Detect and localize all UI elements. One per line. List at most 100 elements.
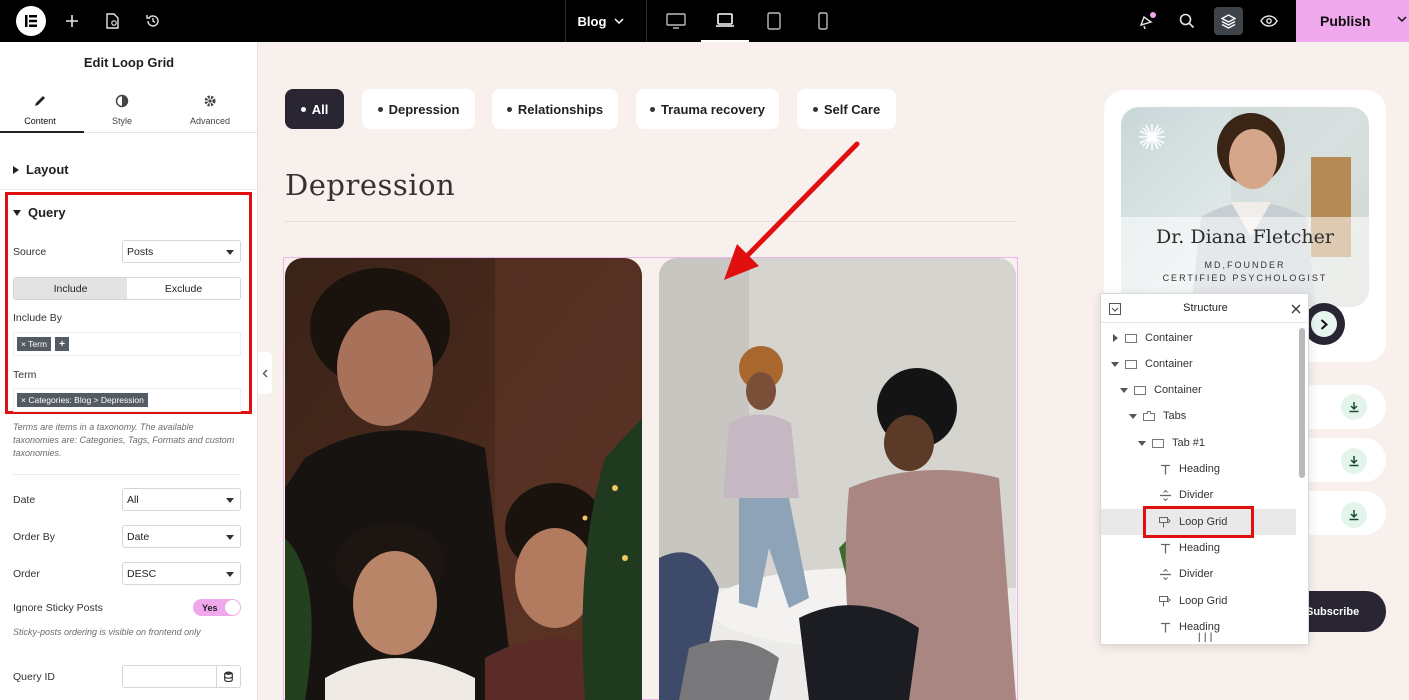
- filter-relationships[interactable]: Relationships: [492, 89, 618, 129]
- structure-item-container[interactable]: Container: [1101, 351, 1296, 377]
- loop-grid-highlight-box: [1143, 506, 1254, 538]
- download-icon[interactable]: [1341, 502, 1367, 528]
- caret-down-icon: [226, 498, 234, 503]
- tablet-icon[interactable]: [750, 0, 798, 42]
- resize-grip-icon[interactable]: ┃┃┃: [1197, 633, 1214, 642]
- profile-name: Dr. Diana Fletcher: [1156, 226, 1334, 248]
- structure-item-tab-1[interactable]: Tab #1: [1101, 430, 1296, 456]
- caret-right-icon: [13, 165, 19, 174]
- profile-arrow-button[interactable]: [1303, 303, 1345, 345]
- filter-relationships-label: Relationships: [517, 101, 604, 117]
- filter-all[interactable]: All: [285, 89, 344, 129]
- container-icon: [1134, 385, 1146, 395]
- filter-depression[interactable]: Depression: [362, 89, 475, 129]
- add-icon[interactable]: +: [55, 337, 70, 351]
- source-select[interactable]: Posts: [122, 240, 241, 263]
- search-icon[interactable]: [1170, 0, 1204, 42]
- pencil-icon: [0, 94, 80, 110]
- ignore-sticky-toggle[interactable]: Yes: [193, 599, 241, 616]
- page-selector-label: Blog: [577, 13, 607, 29]
- structure-item-heading[interactable]: Heading: [1101, 456, 1296, 482]
- desktop-icon[interactable]: [652, 0, 700, 42]
- page-selector[interactable]: Blog: [566, 0, 636, 42]
- post-image-therapy-session[interactable]: [659, 258, 1016, 700]
- scrollbar-thumb[interactable]: [1299, 328, 1305, 478]
- subscribe-button[interactable]: Subscribe: [1296, 591, 1386, 632]
- publish-label: Publish: [1320, 13, 1371, 29]
- annotation-arrow-icon: [724, 141, 860, 280]
- mobile-icon[interactable]: [799, 0, 847, 42]
- date-value: All: [127, 493, 139, 506]
- container-icon: [1125, 359, 1137, 369]
- structure-scrollbar[interactable]: [1298, 323, 1308, 633]
- structure-item-loop-grid[interactable]: Loop Grid: [1101, 588, 1296, 614]
- structure-item-heading[interactable]: Heading: [1101, 535, 1296, 561]
- filter-all-label: All: [311, 101, 329, 117]
- structure-item-container[interactable]: Container: [1101, 377, 1296, 403]
- order-by-select[interactable]: Date: [122, 525, 241, 548]
- notifications-icon[interactable]: [1130, 0, 1164, 42]
- bullet-icon: [506, 106, 512, 112]
- bullet-icon: [649, 106, 655, 112]
- order-select[interactable]: DESC: [122, 562, 241, 585]
- term-tag[interactable]: × Categories: Blog > Depression: [17, 393, 148, 407]
- date-select[interactable]: All: [122, 488, 241, 511]
- history-icon[interactable]: [141, 0, 165, 42]
- caret-down-icon: [1129, 413, 1137, 419]
- editor-panel: Edit Loop Grid Content Style Advanced La…: [0, 42, 258, 700]
- structure-item-label: Heading: [1179, 463, 1220, 475]
- structure-item-container[interactable]: Container: [1101, 325, 1296, 351]
- toggle-knob: [225, 600, 240, 615]
- contrast-icon: [82, 94, 162, 110]
- term-label: Term: [13, 369, 37, 381]
- include-button[interactable]: Include: [14, 278, 127, 299]
- structure-item-divider[interactable]: Divider: [1101, 561, 1296, 587]
- source-label: Source: [13, 246, 47, 258]
- dynamic-tags-icon[interactable]: [216, 666, 240, 687]
- section-layout[interactable]: Layout: [13, 162, 69, 177]
- divider: [0, 189, 257, 190]
- filter-self-care[interactable]: Self Care: [797, 89, 896, 129]
- caret-down-icon: [1138, 440, 1146, 446]
- preview-eye-icon[interactable]: [1252, 0, 1286, 42]
- post-image-women-smiling[interactable]: [285, 258, 642, 700]
- structure-layers-icon[interactable]: [1214, 7, 1243, 35]
- tab-advanced[interactable]: Advanced: [170, 94, 250, 126]
- section-query[interactable]: Query: [13, 205, 66, 220]
- order-label: Order: [13, 568, 40, 580]
- caret-down-icon: [226, 572, 234, 577]
- include-by-field[interactable]: × Term +: [13, 332, 241, 356]
- heading-icon: [1159, 543, 1171, 554]
- publish-button[interactable]: Publish: [1296, 0, 1409, 42]
- query-id-input[interactable]: [122, 665, 241, 688]
- bullet-icon: [300, 106, 306, 112]
- page-settings-icon[interactable]: [100, 0, 124, 42]
- structure-item-tabs[interactable]: Tabs: [1101, 403, 1296, 429]
- tab-content[interactable]: Content: [0, 94, 80, 126]
- panel-collapse-button[interactable]: [258, 352, 272, 394]
- elementor-logo-icon[interactable]: [16, 6, 46, 36]
- exclude-button[interactable]: Exclude: [127, 278, 240, 299]
- download-icon[interactable]: [1341, 448, 1367, 474]
- tab-style[interactable]: Style: [82, 94, 162, 126]
- laptop-icon[interactable]: [701, 0, 749, 42]
- add-icon[interactable]: [60, 0, 84, 42]
- structure-item-label: Container: [1145, 332, 1193, 344]
- term-field[interactable]: × Categories: Blog > Depression: [13, 388, 241, 412]
- filter-trauma-recovery[interactable]: Trauma recovery: [636, 89, 779, 129]
- close-icon[interactable]: [1291, 304, 1301, 314]
- chevron-down-icon[interactable]: [1397, 14, 1407, 24]
- date-label: Date: [13, 494, 36, 506]
- caret-down-icon: [13, 209, 21, 216]
- caret-down-icon: [226, 535, 234, 540]
- sparkle-logo-icon: [1139, 124, 1165, 150]
- structure-item-label: Heading: [1179, 542, 1220, 554]
- order-value: DESC: [127, 567, 157, 580]
- structure-item-divider[interactable]: Divider: [1101, 482, 1296, 508]
- include-by-tag[interactable]: × Term: [17, 337, 52, 351]
- section-heading[interactable]: Depression: [285, 168, 455, 202]
- structure-item-label: Container: [1154, 384, 1202, 396]
- download-icon[interactable]: [1341, 394, 1367, 420]
- structure-item-label: Divider: [1179, 489, 1214, 501]
- caret-right-icon: [1111, 334, 1119, 342]
